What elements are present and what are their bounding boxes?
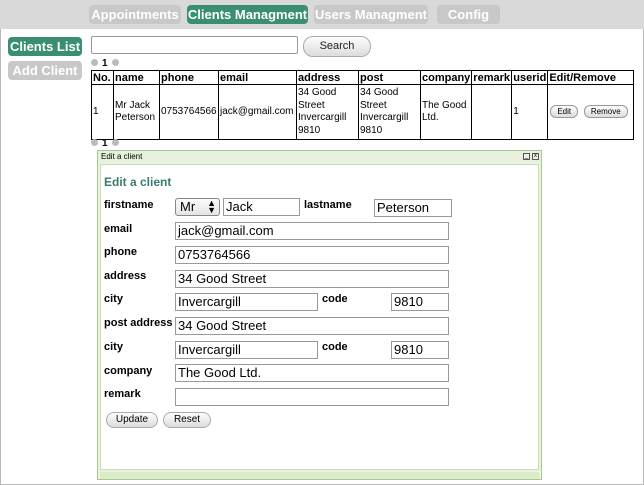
cell-name: Mr Jack Peterson xyxy=(113,84,160,140)
column-header-email: email xyxy=(218,70,297,85)
clients-table: No. name phone email address post compan… xyxy=(91,70,635,140)
label-lastname: lastname xyxy=(304,199,352,211)
post-address-field[interactable]: 34 Good Street xyxy=(175,317,449,335)
label-remark: remark xyxy=(104,388,141,400)
column-header-userid: userid xyxy=(511,70,549,85)
title-select[interactable]: Mr ▲ ▼ xyxy=(175,198,220,216)
cell-remark xyxy=(471,84,513,140)
edit-button[interactable]: Edit xyxy=(550,105,579,119)
remark-field[interactable] xyxy=(175,388,449,406)
phone-field[interactable]: 0753764566 xyxy=(175,246,449,264)
cell-phone: 0753764566 xyxy=(159,84,219,140)
cell-company: The Good Ltd. xyxy=(419,84,473,140)
search-input[interactable] xyxy=(91,36,298,54)
label-company: company xyxy=(104,365,153,377)
add-client-button[interactable]: Add Client xyxy=(8,61,82,80)
column-header-company: company xyxy=(419,70,473,85)
reset-button[interactable]: Reset xyxy=(163,412,211,428)
column-header-edit-remove: Edit/Remove xyxy=(547,70,635,85)
column-header-no: No. xyxy=(91,70,114,85)
code-field[interactable]: 9810 xyxy=(391,293,449,311)
update-button[interactable]: Update xyxy=(106,412,158,428)
column-header-remark: remark xyxy=(471,70,513,85)
label-address: address xyxy=(104,270,147,282)
minimize-icon[interactable]: _ xyxy=(523,153,530,160)
circle-arrow-left-icon[interactable] xyxy=(91,59,98,66)
pager-top: 1 xyxy=(91,58,119,69)
firstname-field[interactable]: Jack xyxy=(223,198,300,216)
address-field[interactable]: 34 Good Street xyxy=(175,270,449,288)
city-field[interactable]: Invercargill xyxy=(175,293,318,311)
tab-config[interactable]: Config xyxy=(437,5,500,24)
label-city: city xyxy=(104,293,123,305)
page-number: 1 xyxy=(102,138,108,149)
cell-email: jack@gmail.com xyxy=(218,84,297,140)
dialog-title: Edit a client xyxy=(101,152,143,161)
tab-clients-managment[interactable]: Clients Managment xyxy=(187,5,308,24)
label-post-address: post address xyxy=(104,317,173,329)
pager-bottom: 1 xyxy=(91,138,119,149)
post-city-field[interactable]: Invercargill xyxy=(175,341,318,359)
label-post-code: code xyxy=(322,341,348,353)
label-phone: phone xyxy=(104,246,137,258)
column-header-post: post xyxy=(358,70,421,85)
circle-arrow-left-icon[interactable] xyxy=(91,139,98,146)
title-select-value: Mr xyxy=(180,199,196,214)
top-navigation: Appointments Clients Managment Users Man… xyxy=(0,0,644,29)
search-button[interactable]: Search xyxy=(303,36,371,57)
dialog-titlebar[interactable]: Edit a client xyxy=(98,151,541,162)
tab-users-managment[interactable]: Users Managment xyxy=(314,5,428,24)
close-icon[interactable]: x xyxy=(532,153,539,160)
column-header-address: address xyxy=(296,70,359,85)
label-firstname: firstname xyxy=(104,199,154,211)
circle-arrow-right-icon[interactable] xyxy=(111,59,119,66)
cell-userid: 1 xyxy=(511,84,549,140)
email-field[interactable]: jack@gmail.com xyxy=(175,222,449,240)
remove-button[interactable]: Remove xyxy=(583,105,628,119)
circle-arrow-right-icon[interactable] xyxy=(111,139,119,146)
up-down-caret-icon: ▲ ▼ xyxy=(207,198,216,215)
table-header-row: No. name phone email address post compan… xyxy=(91,70,635,85)
dialog-resize-strip[interactable] xyxy=(100,472,539,479)
post-code-field[interactable]: 9810 xyxy=(391,341,449,359)
page-number: 1 xyxy=(102,58,108,69)
label-code: code xyxy=(322,293,348,305)
cell-post: 34 Good Street Invercargill 9810 xyxy=(358,84,421,140)
cell-actions: Edit Remove xyxy=(547,84,635,140)
lastname-field[interactable]: Peterson xyxy=(374,199,452,217)
cell-no: 1 xyxy=(91,84,114,140)
dialog-heading: Edit a client xyxy=(104,175,172,189)
cell-address: 34 Good Street Invercargill 9810 xyxy=(296,84,359,140)
table-row: 1 Mr Jack Peterson 0753764566 jack@gmail… xyxy=(91,84,635,140)
company-field[interactable]: The Good Ltd. xyxy=(175,364,449,382)
column-header-name: name xyxy=(113,70,160,85)
tab-appointments[interactable]: Appointments xyxy=(89,5,181,24)
label-post-city: city xyxy=(104,341,123,353)
column-header-phone: phone xyxy=(159,70,219,85)
label-email: email xyxy=(104,223,133,235)
clients-list-button[interactable]: Clients List xyxy=(8,37,82,56)
